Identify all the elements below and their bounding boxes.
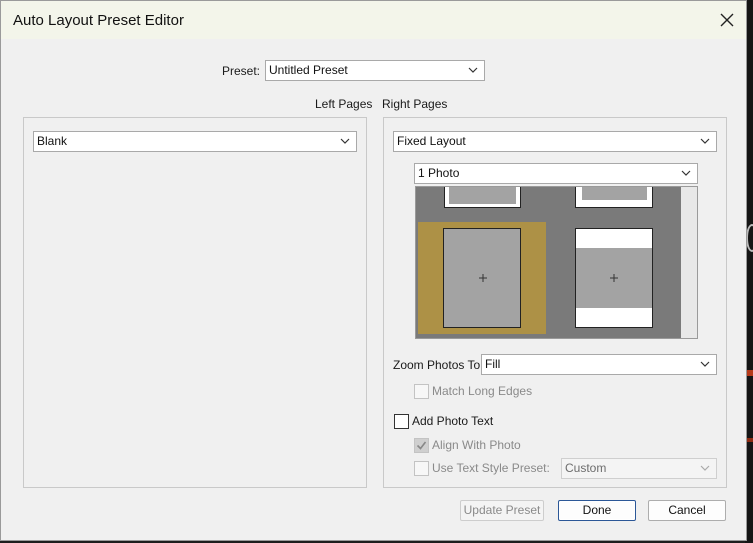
chevron-down-icon	[681, 170, 691, 176]
photo-cell	[443, 228, 521, 328]
title-bar: Auto Layout Preset Editor	[1, 1, 746, 39]
update-preset-button[interactable]: Update Preset	[460, 500, 544, 521]
align-with-photo-checkbox[interactable]	[414, 438, 429, 453]
close-button[interactable]	[713, 7, 741, 33]
layout-preview	[415, 186, 698, 339]
text-style-value: Custom	[565, 461, 607, 475]
layout-thumbnail[interactable]	[575, 228, 653, 328]
zoom-select[interactable]: Fill	[481, 354, 717, 375]
match-long-edges-label: Match Long Edges	[432, 384, 533, 398]
cancel-button[interactable]: Cancel	[648, 500, 726, 521]
close-icon	[720, 13, 734, 27]
right-layout-value: Fixed Layout	[397, 134, 466, 148]
layout-thumbnail[interactable]	[444, 187, 521, 208]
preset-select[interactable]: Untitled Preset	[265, 60, 485, 81]
plus-icon	[479, 274, 487, 282]
add-photo-text-label: Add Photo Text	[412, 414, 494, 428]
photo-cell	[582, 187, 647, 200]
template-value: 1 Photo	[418, 166, 460, 180]
left-pages-heading: Left Pages	[315, 97, 373, 111]
use-text-style-label: Use Text Style Preset:	[432, 461, 550, 475]
chevron-down-icon	[340, 138, 350, 144]
left-layout-value: Blank	[37, 134, 68, 148]
align-with-photo-label: Align With Photo	[432, 438, 521, 452]
check-icon	[416, 441, 427, 450]
background-glow	[746, 224, 753, 252]
preset-editor-dialog: Auto Layout Preset Editor Preset: Untitl…	[0, 0, 747, 541]
right-layout-select[interactable]: Fixed Layout	[393, 131, 717, 152]
right-pages-heading: Right Pages	[382, 97, 448, 111]
plus-icon	[610, 274, 618, 282]
left-layout-select[interactable]: Blank	[33, 131, 357, 152]
template-select[interactable]: 1 Photo	[414, 163, 698, 184]
left-pages-panel	[23, 117, 367, 488]
photo-cell	[576, 248, 652, 308]
preset-label: Preset:	[222, 64, 261, 78]
preview-scrollbar[interactable]	[681, 187, 697, 338]
window-title: Auto Layout Preset Editor	[13, 12, 184, 29]
preset-value: Untitled Preset	[269, 63, 348, 77]
zoom-value: Fill	[485, 357, 501, 371]
layout-thumbnail[interactable]	[575, 187, 653, 208]
add-photo-text-checkbox[interactable]	[394, 414, 409, 429]
text-style-select[interactable]: Custom	[561, 458, 717, 479]
zoom-label: Zoom Photos To:	[393, 358, 484, 372]
chevron-down-icon	[468, 67, 478, 73]
use-text-style-checkbox[interactable]	[414, 461, 429, 476]
chevron-down-icon	[700, 465, 710, 471]
match-long-edges-checkbox[interactable]	[414, 384, 429, 399]
done-button[interactable]: Done	[558, 500, 636, 521]
photo-cell	[449, 187, 516, 204]
layout-thumbnail-selected[interactable]	[418, 222, 546, 334]
chevron-down-icon	[700, 138, 710, 144]
chevron-down-icon	[700, 361, 710, 367]
